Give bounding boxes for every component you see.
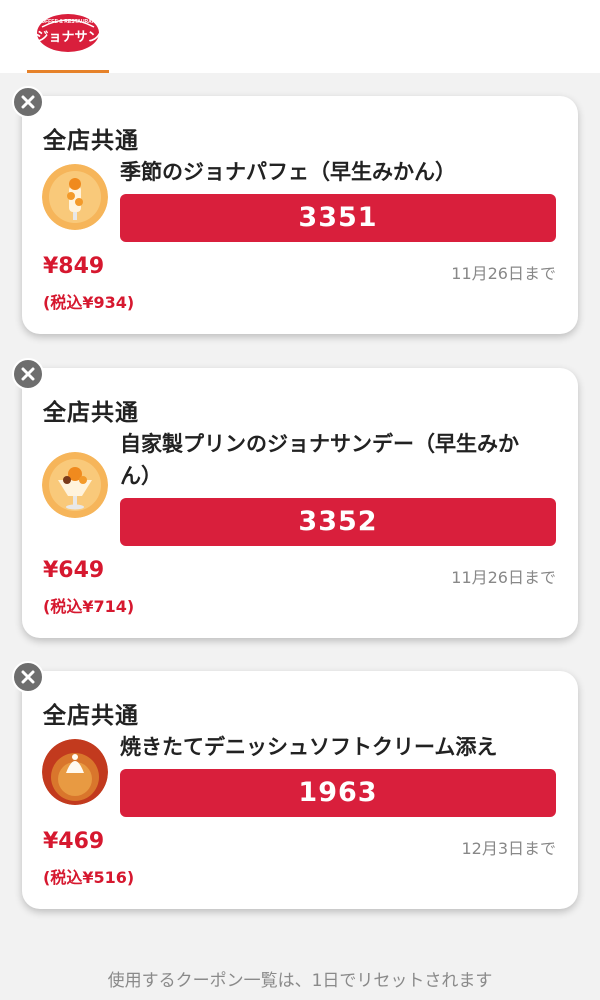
coupon-expiry: 11月26日まで	[451, 568, 556, 587]
coupon-taxed-price: (税込¥934)	[43, 293, 135, 312]
coupon-taxed-price: (税込¥516)	[43, 868, 135, 887]
coupon-card[interactable]: 全店共通 自家製プリンのジョナサンデー（早生みかん） 3352 ¥649 (税込…	[22, 368, 578, 638]
coupon-code: 3351	[120, 194, 556, 242]
svg-text:ジョナサン: ジョナサン	[36, 30, 100, 45]
coupon-card[interactable]: 全店共通 季節のジョナパフェ（早生みかん） 3351 ¥849 (税込¥934)…	[22, 96, 578, 334]
coupon-price: ¥849	[43, 254, 105, 279]
jonathan-logo-icon[interactable]: COFFEE & RESTAURANT ジョナサン	[35, 11, 101, 53]
app-header: COFFEE & RESTAURANT ジョナサン	[0, 0, 600, 73]
coupon-code: 1963	[120, 769, 556, 817]
reset-notice: 使用するクーポン一覧は、1日でリセットされます	[107, 971, 493, 991]
coupon-item-name: 焼きたてデニッシュソフトクリーム添え	[120, 735, 498, 759]
active-tab-indicator	[27, 70, 109, 73]
coupon-taxed-price: (税込¥714)	[43, 597, 135, 616]
close-icon[interactable]	[12, 86, 44, 118]
coupon-scope: 全店共通	[43, 128, 139, 154]
parfait-image	[42, 164, 108, 230]
svg-text:COFFEE & RESTAURANT: COFFEE & RESTAURANT	[38, 19, 99, 25]
close-icon[interactable]	[12, 661, 44, 693]
danish-image	[42, 739, 108, 805]
coupon-price: ¥649	[43, 558, 105, 583]
coupon-expiry: 11月26日まで	[451, 264, 556, 283]
coupon-scope: 全店共通	[43, 400, 139, 426]
close-icon[interactable]	[12, 358, 44, 390]
coupon-card[interactable]: 全店共通 焼きたてデニッシュソフトクリーム添え 1963 ¥469 (税込¥51…	[22, 671, 578, 909]
coupon-code: 3352	[120, 498, 556, 546]
coupon-scope: 全店共通	[43, 703, 139, 729]
coupon-price: ¥469	[43, 829, 105, 854]
coupon-item-name: 季節のジョナパフェ（早生みかん）	[120, 160, 456, 184]
sundae-image	[42, 452, 108, 518]
coupon-expiry: 12月3日まで	[461, 839, 556, 858]
coupon-item-name: 自家製プリンのジョナサンデー（早生みかん）	[120, 432, 519, 488]
